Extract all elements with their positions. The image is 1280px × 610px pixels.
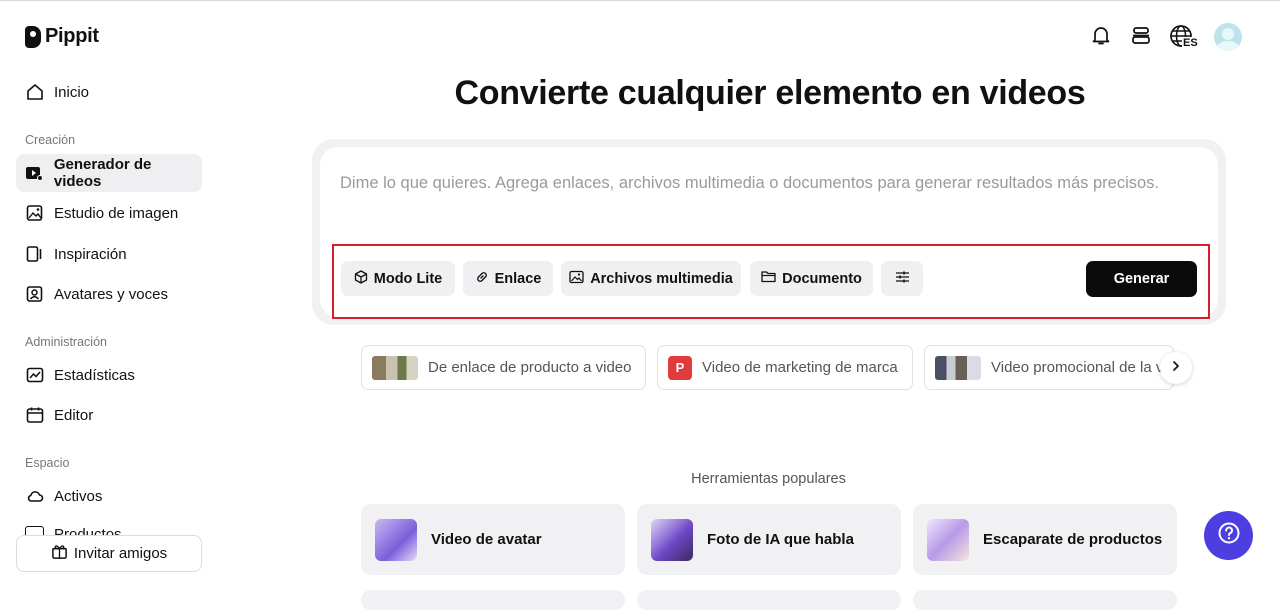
suggestion-label: Video promocional de la v: [991, 359, 1164, 376]
suggestions-next-button[interactable]: [1160, 352, 1192, 384]
chevron-right-icon: [1170, 359, 1182, 377]
sidebar-item-avatars-voices[interactable]: Avatares y voces: [16, 275, 202, 313]
suggestion-thumbnail: [372, 355, 418, 380]
sidebar-item-image-studio[interactable]: Estudio de imagen: [16, 194, 202, 232]
sidebar-item-label: Inicio: [54, 83, 90, 101]
tool-talking-ai-photo[interactable]: Foto de IA que habla: [637, 504, 901, 575]
prompt-placeholder: Dime lo que quieres. Agrega enlaces, arc…: [340, 174, 1160, 192]
statistics-icon: [25, 366, 44, 385]
invite-friends-button[interactable]: Invitar amigos: [16, 535, 202, 572]
language-button[interactable]: ES: [1169, 24, 1201, 50]
bell-icon: [1090, 24, 1112, 51]
suggestion-product-link-video[interactable]: De enlace de producto a video: [361, 345, 646, 390]
tool-card-partial[interactable]: [361, 590, 625, 610]
sidebar-item-home[interactable]: Inicio: [16, 73, 202, 111]
page-title: Convierte cualquier elemento en videos: [454, 74, 1086, 112]
product-showcase-thumbnail: [927, 518, 969, 561]
sidebar-item-video-generator[interactable]: Generador de videos: [16, 154, 202, 192]
invite-label: Invitar amigos: [73, 545, 168, 562]
talking-photo-thumbnail: [651, 518, 693, 561]
tool-label: Video de avatar: [431, 531, 542, 548]
avatar-icon: [25, 285, 44, 304]
stack-icon: [1130, 24, 1152, 51]
app-name: Pippit: [45, 25, 99, 47]
section-label-creation: Creación: [25, 133, 76, 147]
help-button[interactable]: [1204, 511, 1253, 560]
inspiration-icon: [25, 245, 44, 264]
credits-button[interactable]: [1128, 24, 1154, 50]
avatar-video-thumbnail: [375, 518, 417, 561]
suggestion-brand-marketing-video[interactable]: P Video de marketing de marca: [657, 345, 913, 390]
tool-label: Foto de IA que habla: [707, 531, 854, 548]
tool-avatar-video[interactable]: Video de avatar: [361, 504, 625, 575]
video-generator-icon: [25, 164, 44, 183]
section-label-administration: Administración: [25, 335, 107, 349]
sidebar-item-label: Estadísticas: [54, 366, 135, 384]
user-avatar[interactable]: [1214, 23, 1242, 51]
sidebar-item-inspiration[interactable]: Inspiración: [16, 235, 202, 273]
sidebar-item-label: Activos: [54, 487, 103, 505]
language-badge: ES: [1182, 37, 1199, 49]
globe-icon: ES: [1169, 24, 1201, 50]
sidebar: Pippit Inicio Creación Generador de vide…: [0, 0, 218, 599]
cloud-icon: [25, 487, 44, 506]
tool-card-partial[interactable]: [637, 590, 901, 610]
suggestion-label: De enlace de producto a video: [428, 359, 632, 376]
tool-card-partial[interactable]: [913, 590, 1177, 610]
highlight-box: [332, 244, 1210, 319]
suggestion-promo-video[interactable]: Video promocional de la v: [924, 345, 1174, 390]
tool-product-showcase[interactable]: Escaparate de productos: [913, 504, 1177, 575]
question-icon: [1217, 521, 1241, 550]
sidebar-item-label: Avatares y voces: [54, 285, 168, 303]
image-studio-icon: [25, 204, 44, 223]
sidebar-item-label: Editor: [54, 406, 94, 424]
sidebar-item-editor[interactable]: Editor: [16, 396, 202, 434]
sidebar-item-assets[interactable]: Activos: [16, 477, 202, 515]
suggestion-label: Video de marketing de marca: [702, 359, 898, 376]
app-logo[interactable]: Pippit: [25, 25, 99, 48]
home-icon: [25, 83, 44, 102]
sidebar-item-statistics[interactable]: Estadísticas: [16, 356, 202, 394]
pippit-logo-icon: [25, 25, 41, 48]
brand-badge-icon: P: [668, 355, 692, 380]
sidebar-item-label: Estudio de imagen: [54, 204, 179, 222]
popular-tools-heading: Herramientas populares: [691, 471, 846, 487]
tool-label: Escaparate de productos: [983, 531, 1163, 548]
section-label-space: Espacio: [25, 456, 70, 470]
gift-icon: [51, 543, 68, 564]
sidebar-item-label: Inspiración: [54, 245, 127, 263]
sidebar-item-label: Generador de videos: [53, 156, 152, 190]
suggestion-thumbnail: [935, 355, 981, 380]
calendar-icon: [25, 406, 44, 425]
notifications-button[interactable]: [1088, 24, 1114, 50]
